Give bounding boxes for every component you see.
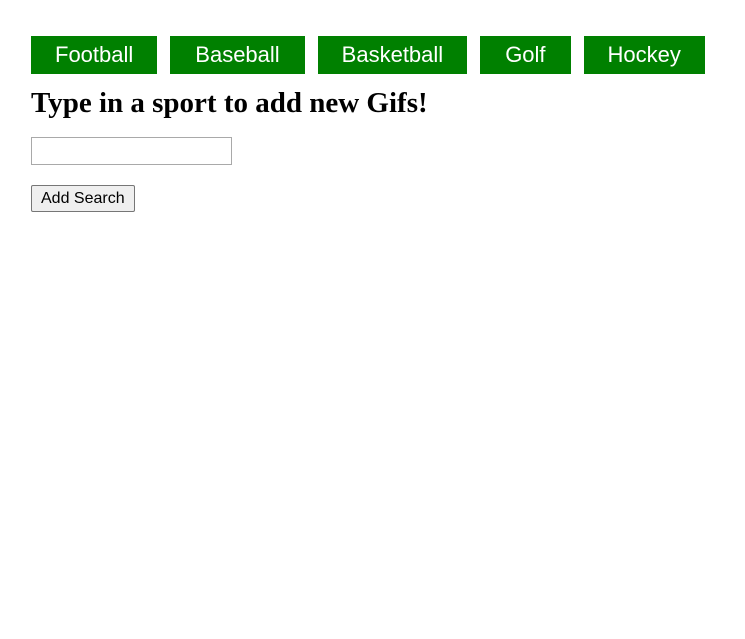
add-search-button[interactable]: Add Search xyxy=(31,185,135,212)
sport-button-bar: Football Baseball Basketball Golf Hockey xyxy=(31,36,705,74)
page-title: Type in a sport to add new Gifs! xyxy=(31,87,428,119)
sport-button-golf[interactable]: Golf xyxy=(480,36,571,74)
sport-button-baseball[interactable]: Baseball xyxy=(170,36,305,74)
sport-button-football[interactable]: Football xyxy=(31,36,158,74)
sport-button-hockey[interactable]: Hockey xyxy=(583,36,705,74)
sport-search-input[interactable] xyxy=(31,137,232,165)
sport-button-basketball[interactable]: Basketball xyxy=(317,36,468,74)
